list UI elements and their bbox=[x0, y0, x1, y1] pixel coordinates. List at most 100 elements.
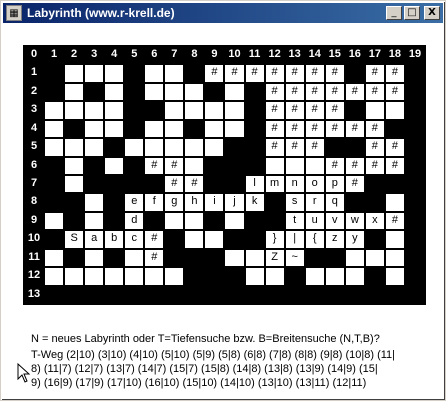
maze-path-cell bbox=[225, 83, 244, 101]
maze-path-cell: # bbox=[385, 157, 404, 174]
maze-path-cell: e bbox=[125, 194, 144, 211]
maze-wall-cell bbox=[385, 286, 404, 303]
maze-wall-cell bbox=[225, 157, 244, 174]
maze-wall-cell bbox=[185, 268, 204, 285]
column-header: 16 bbox=[345, 47, 364, 64]
maze-path-cell bbox=[45, 268, 64, 285]
maze-path-cell: # bbox=[145, 249, 164, 267]
row-header: 1 bbox=[25, 65, 44, 82]
maze-wall-cell bbox=[225, 176, 244, 193]
maze-path-cell: # bbox=[205, 65, 224, 82]
maze-grid: 0 1 2 3 4 5 6 7 8 9 10 11 12 13 14 15 16 17 18 19 1 # # # # # # # # #… bbox=[23, 45, 426, 305]
maze-wall-cell bbox=[325, 286, 344, 303]
maze-path-cell bbox=[145, 268, 164, 285]
maze-wall-cell bbox=[225, 231, 244, 248]
maze-path-cell bbox=[205, 120, 224, 138]
maze-path-cell bbox=[245, 268, 264, 285]
maze-wall-cell bbox=[245, 157, 264, 174]
maze-path-cell bbox=[185, 231, 204, 248]
maze-path-cell: i bbox=[205, 194, 224, 211]
path-line: T-Weg (2|10) (3|10) (4|10) (5|10) (5|9) … bbox=[31, 349, 396, 361]
maze-path-cell: ~ bbox=[285, 249, 304, 267]
maze-wall-cell bbox=[245, 83, 264, 101]
maze-path-cell bbox=[165, 268, 184, 285]
maze-path-cell: # bbox=[265, 120, 284, 138]
maze-path-cell bbox=[225, 249, 244, 267]
maze-path-cell: # bbox=[325, 120, 344, 138]
maze-wall-cell bbox=[405, 65, 424, 82]
maze-wall-cell bbox=[185, 65, 204, 82]
path-output: T-Weg (2|10) (3|10) (4|10) (5|10) (5|9) … bbox=[31, 348, 431, 390]
close-button[interactable]: X bbox=[424, 6, 440, 20]
maze-path-cell: # bbox=[305, 120, 324, 138]
maze-path-cell: # bbox=[385, 139, 404, 156]
maze-wall-cell bbox=[405, 120, 424, 138]
maze-wall-cell bbox=[185, 286, 204, 303]
maze-path-cell bbox=[345, 268, 364, 285]
maze-path-cell bbox=[65, 157, 84, 174]
maze-path-cell bbox=[145, 139, 164, 156]
maze-wall-cell bbox=[405, 157, 424, 174]
maze-path-cell: # bbox=[325, 83, 344, 101]
row-header: 11 bbox=[25, 249, 44, 267]
maze-wall-cell bbox=[245, 120, 264, 138]
maze-app-icon[interactable]: ▦ bbox=[6, 5, 22, 21]
maze-path-cell: z bbox=[325, 231, 344, 248]
maze-path-cell bbox=[245, 249, 264, 267]
maze-wall-cell bbox=[45, 286, 64, 303]
maze-path-cell: p bbox=[325, 176, 344, 193]
maze-path-cell bbox=[305, 268, 324, 285]
maze-path-cell bbox=[105, 65, 124, 82]
maze-wall-cell bbox=[145, 286, 164, 303]
app-window: ▦ Labyrinth (www.r-krell.de) _ □ X 01234… bbox=[0, 0, 446, 401]
maze-path-cell: # bbox=[165, 157, 184, 174]
title-bar[interactable]: ▦ Labyrinth (www.r-krell.de) _ □ X bbox=[3, 3, 443, 23]
maze-path-cell bbox=[145, 83, 164, 101]
maze-path-cell bbox=[325, 268, 344, 285]
maze-path-cell: u bbox=[305, 212, 324, 230]
minimize-button[interactable]: _ bbox=[386, 6, 402, 20]
maze-path-cell: x bbox=[365, 212, 384, 230]
maze-wall-cell bbox=[105, 249, 124, 267]
maze-path-cell bbox=[105, 268, 124, 285]
maze-wall-cell bbox=[125, 286, 144, 303]
column-header: 5 bbox=[125, 47, 144, 64]
maze-path-cell: # bbox=[305, 83, 324, 101]
maze-path-cell bbox=[185, 83, 204, 101]
maze-wall-cell bbox=[245, 139, 264, 156]
row-header: 6 bbox=[25, 157, 44, 174]
maze-path-cell: c bbox=[125, 231, 144, 248]
column-header: 10 bbox=[225, 47, 244, 64]
maze-path-cell: # bbox=[285, 102, 304, 119]
maze-path-cell: j bbox=[225, 194, 244, 211]
maze-wall-cell bbox=[105, 139, 124, 156]
column-header: 19 bbox=[405, 47, 424, 64]
maze-path-cell: # bbox=[285, 83, 304, 101]
maze-wall-cell bbox=[165, 249, 184, 267]
maximize-button[interactable]: □ bbox=[404, 6, 420, 20]
maze-path-cell: | bbox=[285, 231, 304, 248]
maze-path-cell: d bbox=[125, 212, 144, 230]
maze-path-cell: # bbox=[285, 65, 304, 82]
maze-path-cell bbox=[105, 83, 124, 101]
maze-wall-cell bbox=[65, 120, 84, 138]
maze-path-cell: # bbox=[345, 176, 364, 193]
maze-path-cell bbox=[305, 157, 324, 174]
maze-wall-cell bbox=[345, 139, 364, 156]
maze-path-cell bbox=[65, 102, 84, 119]
maze-path-cell: # bbox=[365, 120, 384, 138]
maze-wall-cell bbox=[225, 139, 244, 156]
maze-wall-cell bbox=[45, 176, 64, 193]
maze-wall-cell bbox=[105, 286, 124, 303]
maze-path-cell bbox=[385, 194, 404, 211]
maze-wall-cell bbox=[405, 139, 424, 156]
maze-path-cell bbox=[85, 65, 104, 82]
maze-path-cell bbox=[105, 102, 124, 119]
maze-wall-cell bbox=[85, 286, 104, 303]
row-header: 5 bbox=[25, 139, 44, 156]
maze-path-cell: # bbox=[325, 102, 344, 119]
maze-path-cell: { bbox=[305, 231, 324, 248]
row-header: 10 bbox=[25, 231, 44, 248]
maze-path-cell: # bbox=[145, 157, 164, 174]
maze-path-cell: # bbox=[365, 65, 384, 82]
